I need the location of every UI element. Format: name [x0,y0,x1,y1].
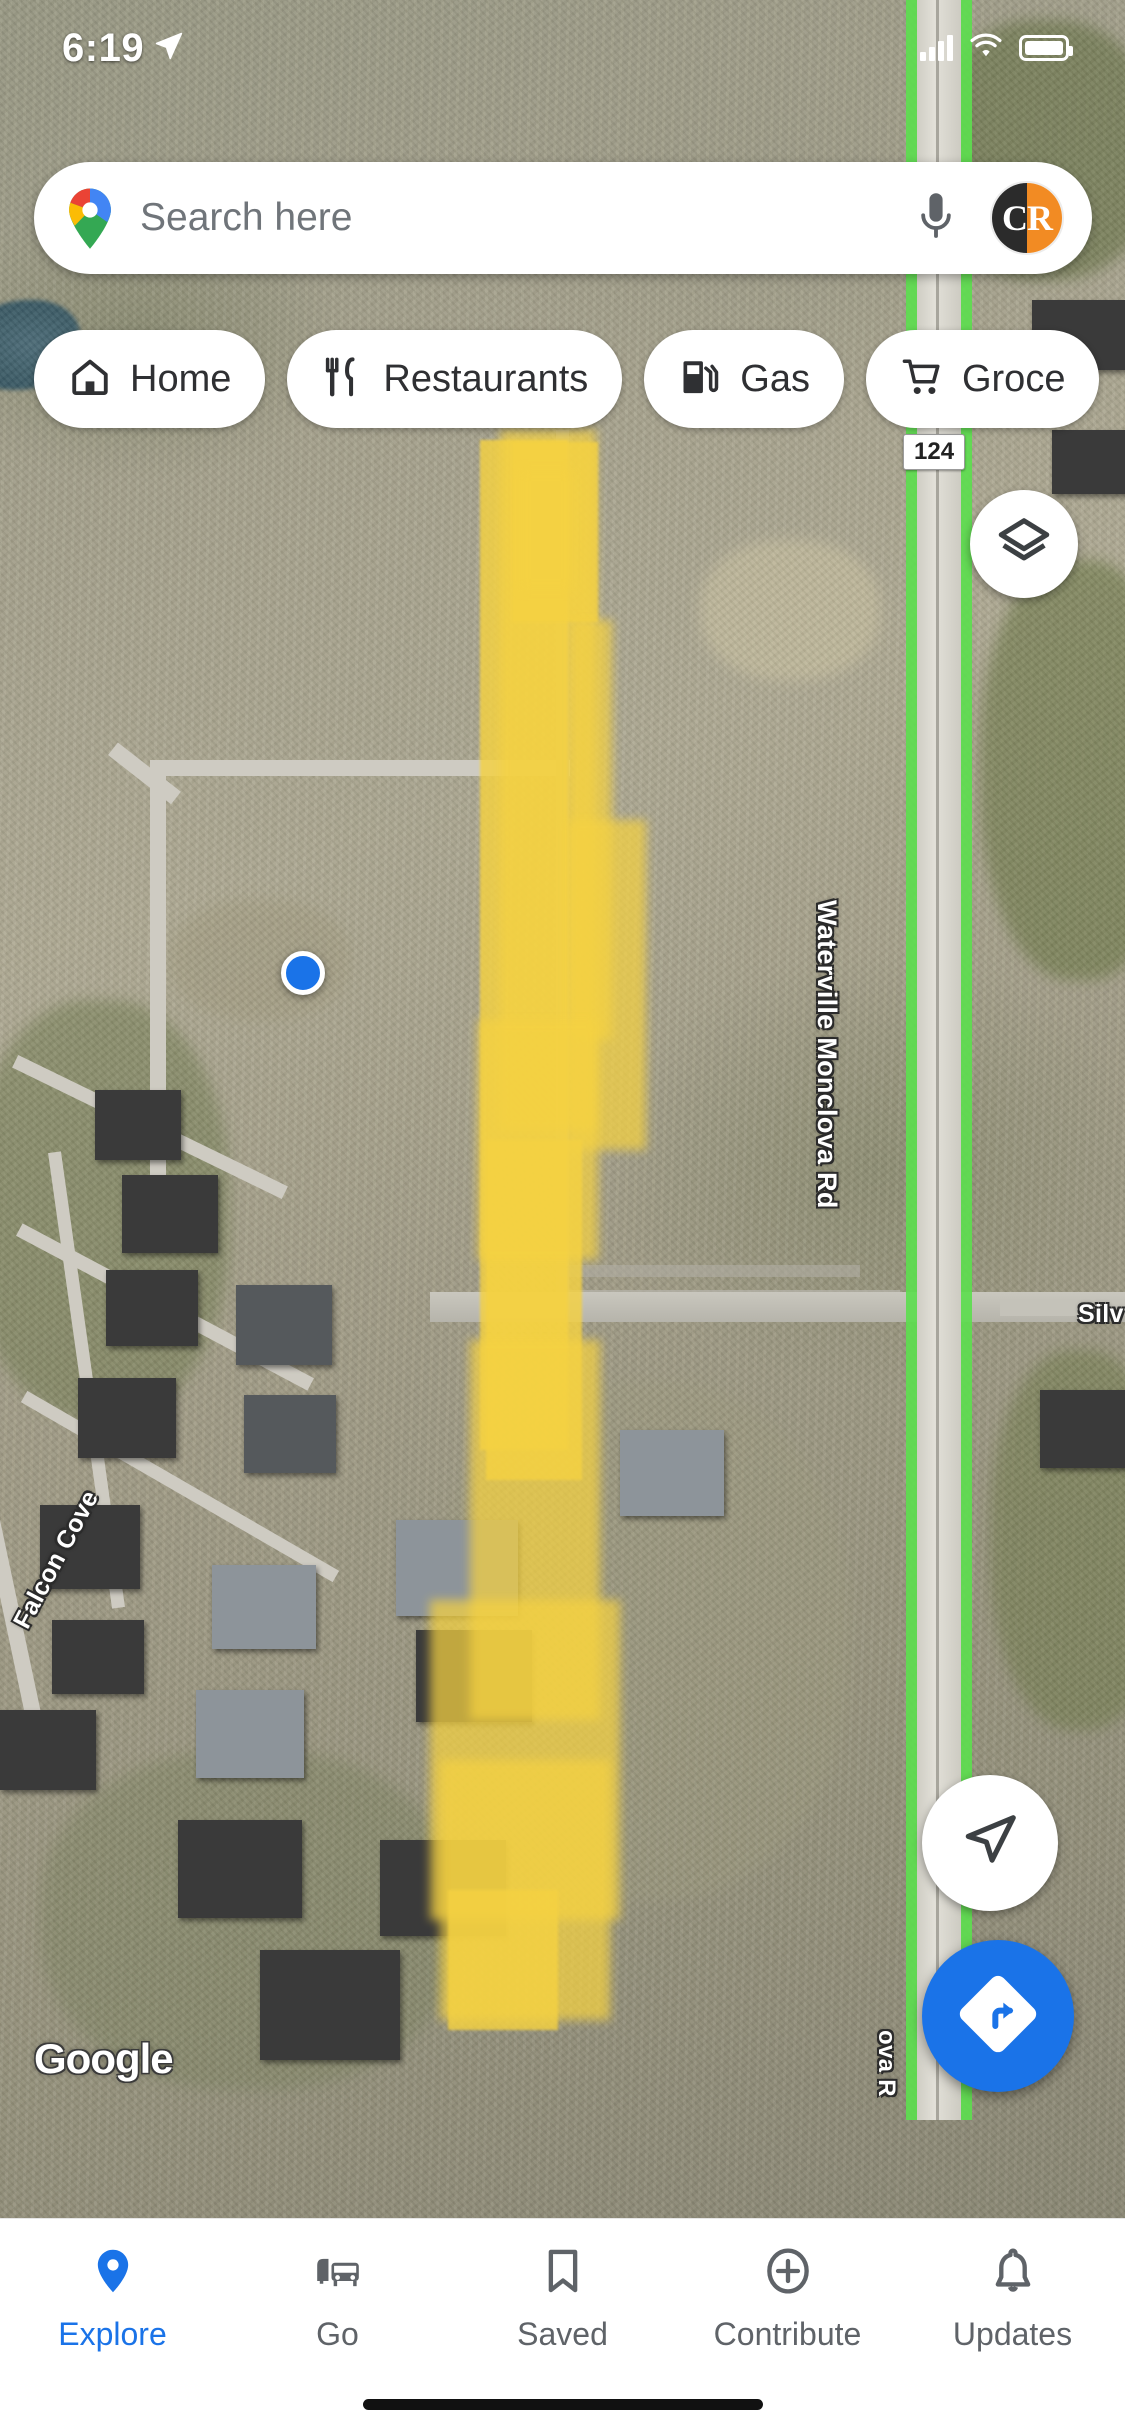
status-left-group: 6:19 [62,26,184,71]
building [52,1620,144,1694]
building [106,1270,198,1346]
plus-circle-icon [762,2245,814,2302]
chip-restaurants[interactable]: Restaurants [287,330,623,428]
status-bar: 6:19 [0,0,1125,96]
nav-item-go[interactable]: Go [225,2245,450,2353]
road-label-waterville-monclova: Waterville Monclova Rd [812,900,842,1209]
nav-label: Contribute [713,2316,862,2352]
directions-turn-icon [958,1974,1038,2059]
chip-label: Gas [740,357,810,400]
user-location-dot [281,951,325,995]
bell-icon [987,2245,1039,2302]
status-clock: 6:19 [62,25,145,70]
microphone-icon[interactable] [908,190,964,246]
chip-label: Home [130,357,232,400]
nav-label: Updates [952,2316,1073,2352]
my-location-button[interactable] [922,1775,1058,1911]
building [1040,1390,1125,1468]
chip-groceries[interactable]: Groce [865,330,1100,428]
road-label-silver: Silv [1078,1300,1124,1328]
google-attribution: Google [34,2035,174,2082]
building [620,1430,724,1516]
nav-item-contribute[interactable]: Contribute [675,2245,900,2353]
chip-label: Restaurants [383,357,589,400]
avatar[interactable]: CR [990,181,1064,255]
google-maps-pin-icon [64,186,116,250]
signal-bars-icon [920,35,953,61]
status-right-group [920,33,1073,64]
building [236,1285,332,1365]
map-pin-icon [87,2245,139,2302]
nav-label: Go [316,2316,359,2352]
building [260,1950,400,2060]
subdivision-road [150,760,570,776]
restaurant-icon [321,355,365,404]
route-highlight-left [906,0,917,2120]
chip-label: Groce [961,357,1066,400]
search-bar[interactable]: Search here CR [34,162,1092,274]
route-shield-124: 124 [903,434,966,470]
avatar-initials: CR [1002,198,1053,238]
building [122,1175,218,1253]
building [380,1840,506,1936]
nav-label: Explore [58,2316,167,2352]
search-input[interactable]: Search here [140,196,908,240]
battery-full-icon [1019,35,1073,61]
location-arrow-icon [154,31,184,66]
home-icon [68,355,112,404]
chip-gas[interactable]: Gas [644,330,844,428]
field-lane [556,430,569,1300]
field-lane [560,1265,860,1277]
nav-label: Saved [517,2316,608,2352]
road-label-monclova-bottom: ova R [873,2030,900,2097]
building [1052,430,1125,494]
layers-button[interactable] [970,490,1078,598]
directions-button[interactable] [922,1940,1074,2092]
building [396,1520,518,1616]
building [95,1090,181,1160]
bookmark-icon [537,2245,589,2302]
wifi-icon [969,33,1003,64]
building [196,1690,304,1778]
building [0,1710,96,1790]
nav-item-saved[interactable]: Saved [450,2245,675,2353]
nav-item-updates[interactable]: Updates [900,2245,1125,2353]
building [178,1820,302,1918]
building [416,1630,532,1722]
nav-item-explore[interactable]: Explore [0,2245,225,2353]
building [244,1395,336,1473]
transit-icon [312,2245,364,2302]
building [212,1565,316,1649]
chip-home[interactable]: Home [34,330,266,428]
building [78,1378,176,1458]
phone-screen: Waterville Monclova Rd Falcon Cove Silv … [0,0,1125,2436]
navigation-arrow-icon [959,1810,1021,1877]
quick-action-chips: Home Restaurants Gas Groce [34,330,1100,428]
gas-pump-icon [678,355,722,404]
shopping-cart-icon [900,355,944,404]
layers-icon [995,513,1053,576]
home-indicator [362,2399,763,2410]
